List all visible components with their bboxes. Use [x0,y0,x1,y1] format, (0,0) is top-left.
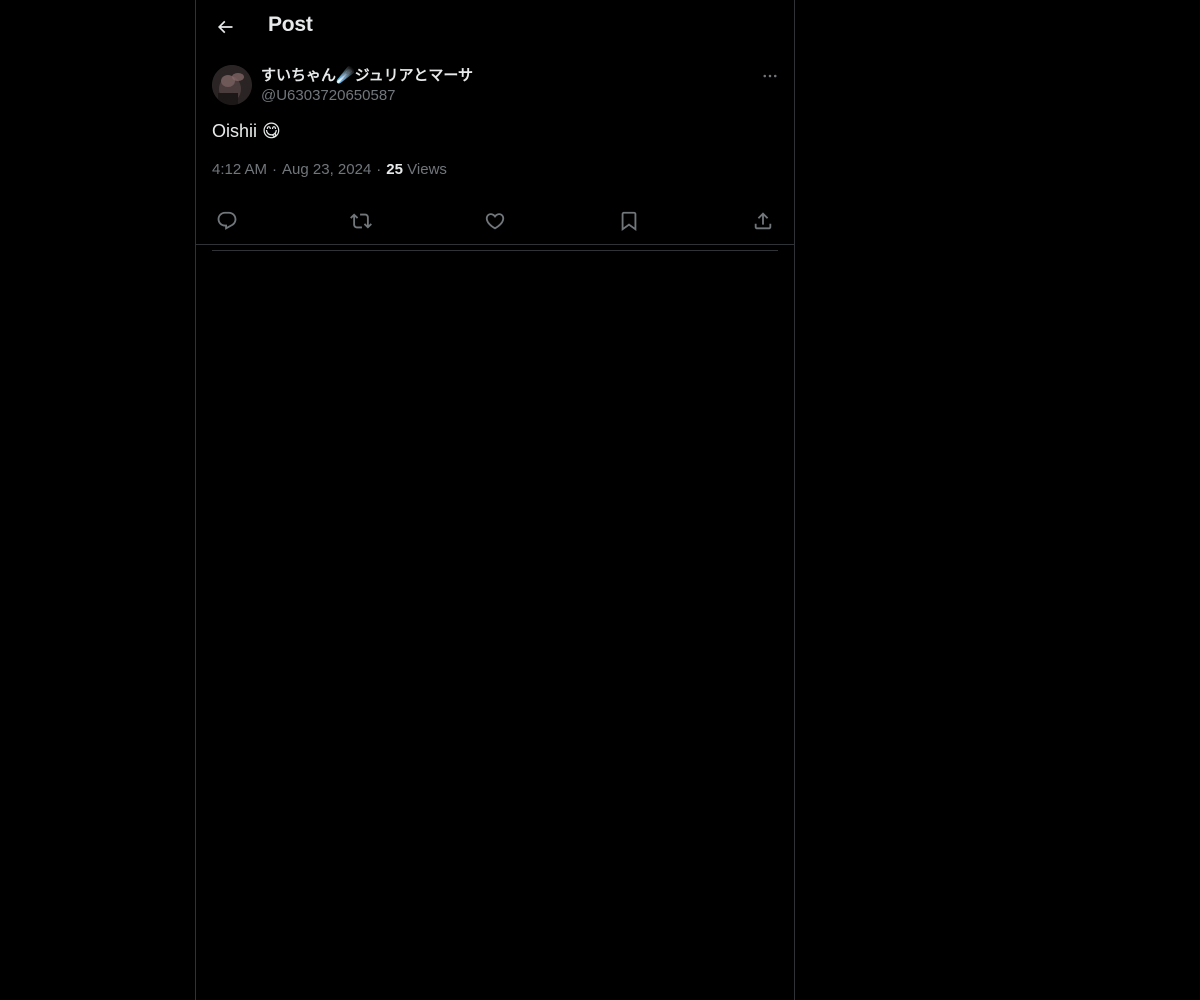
more-button[interactable] [758,64,782,88]
reply-icon [216,210,238,232]
page-title: Post [268,13,313,36]
action-bar [212,206,778,236]
heart-icon [484,210,506,232]
share-button[interactable] [748,206,778,236]
like-button[interactable] [480,206,510,236]
meta-separator: · [376,161,382,178]
reply-button[interactable] [212,206,242,236]
main-column: Post すいちゃん☄️ジュリアとマーサ @U6303720650587 Ois… [195,0,795,1000]
back-button[interactable] [208,10,242,44]
views-label: Views [407,161,447,178]
handle[interactable]: @U6303720650587 [261,86,473,106]
post-meta: 4:12 AM · Aug 23, 2024 · 25 Views [212,160,447,180]
meta-separator: · [272,161,278,178]
display-name[interactable]: すいちゃん☄️ジュリアとマーサ [261,66,473,86]
author-info: すいちゃん☄️ジュリアとマーサ @U6303720650587 [261,66,473,106]
more-icon [761,67,779,85]
repost-button[interactable] [346,206,376,236]
share-icon [752,210,774,232]
post-date[interactable]: Aug 23, 2024 [282,161,371,178]
repost-icon [350,210,372,232]
post-text: Oishii 😋 [212,121,281,141]
post-time[interactable]: 4:12 AM [212,161,267,178]
views-count: 25 [386,161,403,178]
top-bar: Post [196,0,794,54]
bookmark-button[interactable] [614,206,644,236]
arrow-left-icon [215,17,235,37]
divider [212,250,778,251]
bookmark-icon [618,210,640,232]
avatar[interactable] [212,65,252,105]
